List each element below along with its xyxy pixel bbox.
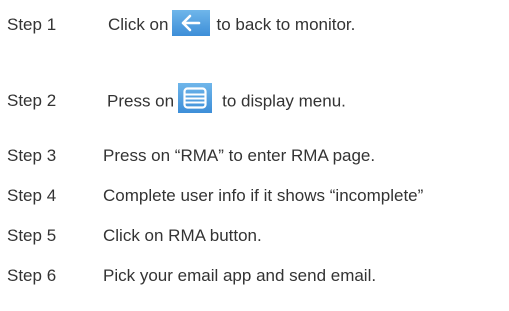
step-label: Step 4 (7, 186, 57, 205)
step-text-before: Press on (107, 91, 175, 111)
step-label: Step 1 (7, 15, 57, 34)
step-label: Step 6 (7, 266, 57, 285)
instruction-step-1: Step 1 Click on to back to monitor. (0, 9, 509, 39)
instruction-step-3: Step 3 Press on “RMA” to enter RMA page. (0, 142, 509, 170)
instruction-step-5: Step 5 Click on RMA button. (0, 222, 509, 250)
step-label: Step 3 (7, 146, 57, 165)
instruction-step-4: Step 4 Complete user info if it shows “i… (0, 182, 509, 210)
step-text-after: to display menu. (222, 91, 346, 111)
step-text: Complete user info if it shows “incomple… (103, 186, 424, 205)
step-text-before: Click on (108, 15, 169, 34)
step-text: Press on to display menu. (107, 83, 346, 117)
step-text: Press on “RMA” to enter RMA page. (103, 146, 376, 165)
step-text: Click on to back to monitor. (108, 9, 356, 39)
back-arrow-icon (172, 9, 211, 36)
step-text: Pick your email app and send email. (103, 266, 377, 285)
step-label: Step 5 (7, 226, 57, 245)
instruction-step-2: Step 2 Press on to display menu. (0, 83, 509, 117)
step-text-after: to back to monitor. (216, 15, 356, 34)
step-text: Click on RMA button. (103, 226, 262, 245)
instruction-step-6: Step 6 Pick your email app and send emai… (0, 262, 509, 290)
menu-list-icon (178, 83, 213, 113)
step-label: Step 2 (7, 91, 57, 110)
